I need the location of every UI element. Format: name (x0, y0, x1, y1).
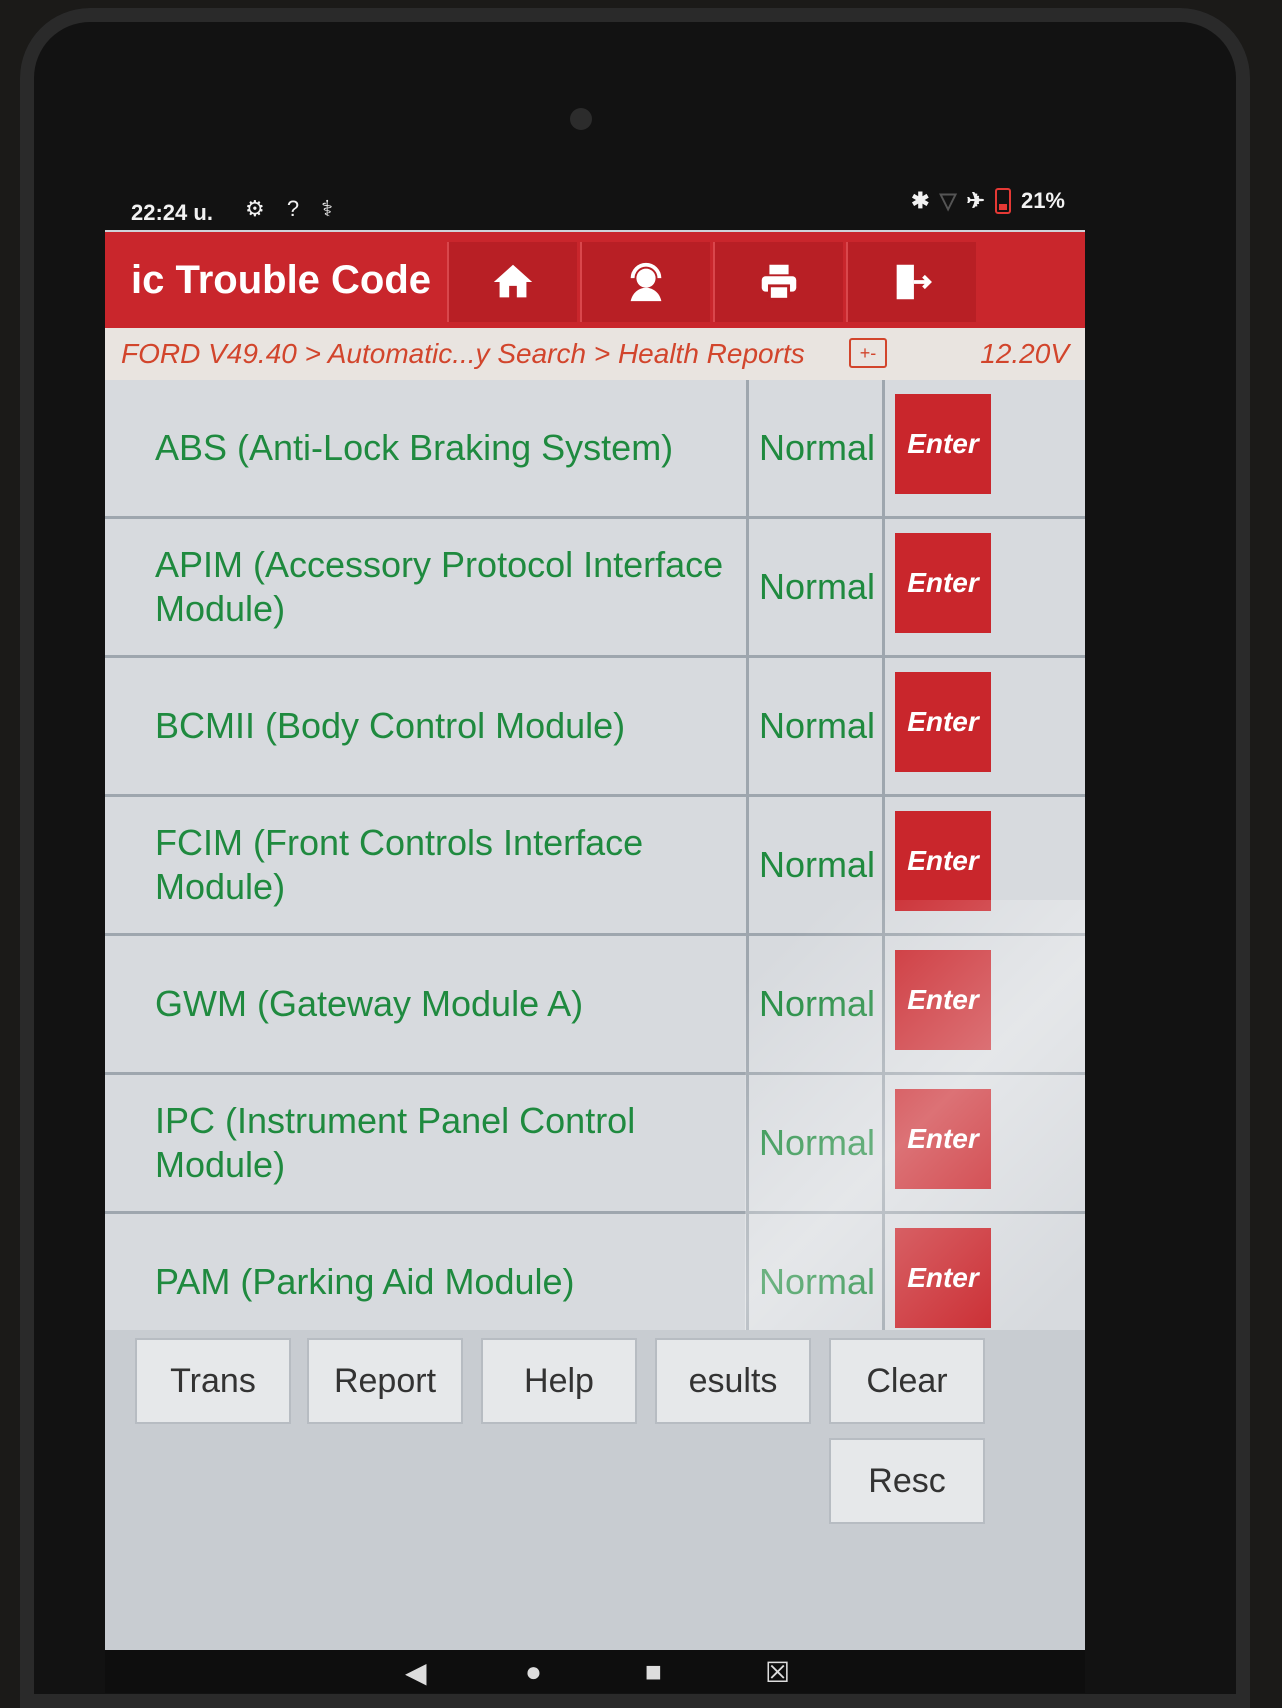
help-button[interactable]: Help (481, 1338, 637, 1424)
breadcrumb: FORD V49.40 > Automatic...y Search > Hea… (105, 328, 1085, 380)
enter-button[interactable]: Enter (895, 811, 991, 911)
status-icons: ✱ ▽ ✈ 21% (911, 188, 1065, 214)
resc-button[interactable]: Resc (829, 1438, 985, 1524)
enter-button[interactable]: Enter (895, 1228, 991, 1328)
enter-button[interactable]: Enter (895, 672, 991, 772)
breadcrumb-path: FORD V49.40 > Automatic...y Search > Hea… (121, 338, 805, 369)
status-bar: 22:24 u. ⚙ ? ⚕ ✱ ▽ ✈ 21% (105, 180, 1085, 230)
airplane-icon: ✈ (966, 188, 985, 213)
print-button[interactable] (713, 242, 843, 322)
printer-icon (761, 264, 797, 301)
exit-button[interactable] (846, 242, 976, 322)
module-status: Normal (752, 519, 885, 655)
module-name: IPC (Instrument Panel Control Module) (105, 1075, 749, 1211)
module-name: FCIM (Front Controls Interface Module) (105, 797, 749, 933)
module-status: Normal (752, 658, 885, 794)
notification-icons: ⚙ ? ⚕ (245, 196, 342, 221)
clock: 22:24 u. (131, 200, 213, 225)
module-status: Normal (752, 1075, 885, 1211)
home-nav-icon[interactable]: ● (525, 1656, 542, 1688)
support-agent-icon (630, 262, 662, 302)
module-name: BCMII (Body Control Module) (105, 658, 749, 794)
enter-button[interactable]: Enter (895, 1089, 991, 1189)
trans-button[interactable]: Trans (135, 1338, 291, 1424)
module-status: Normal (752, 797, 885, 933)
enter-button[interactable]: Enter (895, 533, 991, 633)
wifi-icon: ▽ (939, 188, 957, 213)
module-name: APIM (Accessory Protocol Interface Modul… (105, 519, 749, 655)
support-button[interactable] (580, 242, 710, 322)
home-icon (493, 264, 533, 298)
report-button[interactable]: Report (307, 1338, 463, 1424)
bluetooth-icon: ✱ (911, 188, 930, 213)
table-row: FCIM (Front Controls Interface Module) N… (105, 797, 1085, 936)
system-nav-bar: ◀ ● ■ ☒ (105, 1650, 1085, 1693)
table-row: APIM (Accessory Protocol Interface Modul… (105, 519, 1085, 658)
table-row: BCMII (Body Control Module) Normal Enter (105, 658, 1085, 797)
front-camera (570, 108, 592, 130)
results-button[interactable]: esults (655, 1338, 811, 1424)
module-list: ABS (Anti-Lock Braking System) Normal En… (105, 380, 1085, 1396)
battery-voltage: 12.20V (980, 338, 1069, 369)
table-row: ABS (Anti-Lock Braking System) Normal En… (105, 380, 1085, 519)
battery-level: 21% (1020, 188, 1065, 213)
table-row: GWM (Gateway Module A) Normal Enter (105, 936, 1085, 1075)
module-name: GWM (Gateway Module A) (105, 936, 749, 1072)
app-header: ic Trouble Code (105, 232, 1085, 328)
exit-icon (896, 264, 932, 300)
screen: 22:24 u. ⚙ ? ⚕ ✱ ▽ ✈ 21% ic Trouble Code (105, 180, 1085, 1650)
table-row: IPC (Instrument Panel Control Module) No… (105, 1075, 1085, 1214)
enter-button[interactable]: Enter (895, 394, 991, 494)
module-status: Normal (752, 936, 885, 1072)
page-title: ic Trouble Code (131, 258, 432, 302)
enter-button[interactable]: Enter (895, 950, 991, 1050)
clear-button[interactable]: Clear (829, 1338, 985, 1424)
battery-icon (994, 188, 1011, 214)
module-name: ABS (Anti-Lock Braking System) (105, 380, 749, 516)
module-status: Normal (752, 380, 885, 516)
recents-icon[interactable]: ■ (645, 1656, 662, 1688)
home-button[interactable] (447, 242, 577, 322)
diag-icon[interactable]: ☒ (765, 1656, 790, 1689)
vehicle-battery-icon: +- (849, 338, 887, 368)
bottom-toolbar: Trans Report Help esults Clear Resc (105, 1330, 1085, 1650)
back-icon[interactable]: ◀ (405, 1656, 427, 1689)
